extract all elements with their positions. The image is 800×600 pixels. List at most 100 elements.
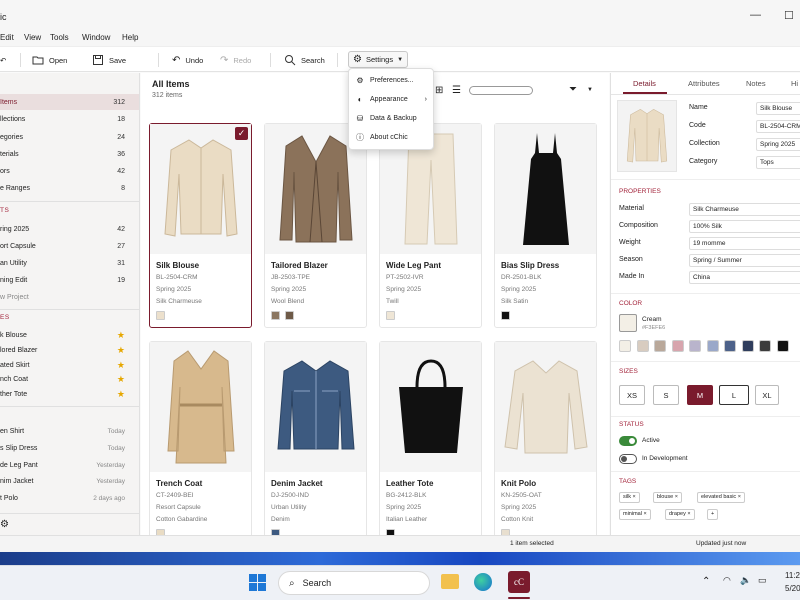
property-value[interactable]: 19 momme	[689, 237, 800, 250]
add-tag-button[interactable]: +	[707, 509, 719, 520]
palette-swatch[interactable]	[619, 340, 631, 352]
item-card[interactable]: Tailored Blazer JB-2503-TPE Spring 2025 Woo…	[264, 123, 367, 328]
size-option[interactable]: XS	[619, 385, 645, 405]
settings-button[interactable]: ⚙ Settings ▼	[348, 51, 408, 68]
grid-view-icon[interactable]: ⊞	[435, 85, 443, 96]
clock-time[interactable]: 11:2	[785, 571, 800, 580]
search-button[interactable]: Search	[284, 53, 325, 67]
menu-tools[interactable]: Tools	[50, 33, 69, 42]
maximize-icon[interactable]: ☐	[784, 9, 794, 22]
sidebar-item-colors[interactable]: ors 42	[0, 163, 139, 179]
sidebar-collection[interactable]: ort Capsule 27	[0, 238, 139, 254]
item-card[interactable]: Knit Polo KN-2505-OAT Spring 2025 Cotton Kn…	[494, 341, 597, 546]
tag-chip[interactable]: blouse ×	[653, 492, 682, 503]
property-value[interactable]: Spring / Summer	[689, 254, 800, 267]
recent-item[interactable]: s Slip Dress Today	[0, 440, 139, 456]
palette-swatch[interactable]	[671, 340, 684, 352]
palette-swatch[interactable]	[724, 340, 736, 352]
taskbar-search[interactable]: ⌕ Search	[278, 571, 430, 595]
size-option[interactable]: S	[653, 385, 679, 405]
sidebar-collection[interactable]: ning Edit 19	[0, 272, 139, 288]
chevron-up-icon[interactable]: ⌃	[702, 576, 710, 587]
menu-edit[interactable]: Edit	[0, 33, 14, 42]
undo-button[interactable]: ↶ Undo	[172, 53, 203, 67]
minimize-icon[interactable]: —	[750, 9, 761, 21]
close-icon[interactable]: ×	[643, 511, 646, 517]
sidebar-collection[interactable]: ring 2025 42	[0, 221, 139, 237]
save-button[interactable]: Save	[92, 53, 126, 67]
size-option[interactable]: M	[687, 385, 713, 405]
close-icon[interactable]: ×	[675, 494, 678, 500]
favorite-item[interactable]: k Blouse ★	[0, 327, 139, 343]
tag-chip[interactable]: elevated basic ×	[697, 492, 745, 503]
open-button[interactable]: Open	[32, 53, 67, 67]
palette-swatch[interactable]	[654, 340, 666, 352]
property-value[interactable]: Silk Charmeuse	[689, 203, 800, 216]
speaker-icon[interactable]: 🔈	[740, 575, 751, 586]
recent-item[interactable]: de Leg Pant Yesterday	[0, 457, 139, 473]
item-card[interactable]: Wide Leg Pant PT-2502-IVR Spring 2025 Twill	[379, 123, 482, 328]
tab-notes[interactable]: Notes	[746, 79, 766, 88]
star-icon[interactable]: ★	[117, 389, 125, 400]
size-option[interactable]: XL	[755, 385, 779, 405]
tag-chip[interactable]: minimal ×	[619, 509, 651, 520]
close-icon[interactable]: ×	[632, 494, 635, 500]
menu-item-preferences[interactable]: ⚙ Preferences...	[349, 71, 435, 90]
edge-browser-icon[interactable]	[474, 573, 492, 591]
windows-start-icon[interactable]	[249, 574, 266, 591]
menu-help[interactable]: Help	[122, 33, 138, 42]
recent-item[interactable]: nim Jacket Yesterday	[0, 473, 139, 489]
star-icon[interactable]: ★	[117, 360, 125, 371]
palette-swatch[interactable]	[706, 340, 719, 352]
tab-history[interactable]: Hi	[791, 79, 798, 88]
menu-item-appearance[interactable]: ◐ Appearance ›	[349, 90, 435, 109]
star-icon[interactable]: ★	[117, 345, 125, 356]
close-icon[interactable]: ×	[687, 511, 690, 517]
sidebar-collection[interactable]: an Utility 31	[0, 255, 139, 271]
tab-details[interactable]: Details	[633, 79, 656, 88]
caret-down-icon[interactable]: ▼	[587, 87, 593, 93]
menu-window[interactable]: Window	[82, 33, 110, 42]
sidebar-item-collections[interactable]: llections 18	[0, 111, 139, 127]
favorite-item[interactable]: nch Coat ★	[0, 371, 139, 387]
recent-item[interactable]: en Shirt Today	[0, 423, 139, 439]
field-value[interactable]: Spring 2025	[756, 138, 800, 151]
sidebar-item-materials[interactable]: terials 36	[0, 146, 139, 162]
size-option[interactable]: L	[719, 385, 749, 405]
in-development-toggle[interactable]	[619, 454, 637, 464]
tag-chip[interactable]: drapey ×	[665, 509, 695, 520]
item-card[interactable]: Leather Tote BG-2412-BLK Spring 2025 Italia…	[379, 341, 482, 546]
filter-icon[interactable]: ⏷	[569, 84, 577, 95]
field-value[interactable]: Silk Blouse	[756, 102, 800, 115]
sidebar-item-categories[interactable]: egories 24	[0, 129, 139, 145]
cchic-app-icon[interactable]: cC	[508, 571, 530, 593]
palette-swatch[interactable]	[759, 340, 771, 352]
active-toggle[interactable]	[619, 436, 637, 446]
battery-icon[interactable]: ▭	[758, 575, 767, 586]
tab-attributes[interactable]: Attributes	[688, 79, 720, 88]
item-card[interactable]: ✓ Silk Blouse BL-2504-CRM Spring 2025 Silk C…	[149, 123, 252, 328]
star-icon[interactable]: ★	[117, 330, 125, 341]
file-explorer-icon[interactable]	[441, 574, 459, 589]
star-icon[interactable]: ★	[117, 374, 125, 385]
redo-button[interactable]: ↷ Redo	[220, 53, 251, 67]
zoom-slider[interactable]	[469, 86, 533, 95]
recent-item[interactable]: t Polo 2 days ago	[0, 490, 139, 506]
item-card[interactable]: Trench Coat CT-2409-BEI Resort Capsule Cott…	[149, 341, 252, 546]
wifi-icon[interactable]: ◠	[723, 575, 731, 586]
menu-view[interactable]: View	[24, 33, 41, 42]
tag-chip[interactable]: silk ×	[619, 492, 640, 503]
field-value[interactable]: BL-2504-CRM	[756, 120, 800, 133]
palette-swatch[interactable]	[741, 340, 754, 352]
favorite-item[interactable]: lored Blazer ★	[0, 342, 139, 358]
clock-date[interactable]: 5/20	[785, 584, 800, 593]
redo-back-icon[interactable]: ↶	[0, 53, 6, 67]
menu-item-data-backup[interactable]: ⛁ Data & Backup	[349, 109, 435, 128]
menu-item-about[interactable]: ⓘ About cChic	[349, 128, 435, 147]
palette-swatch[interactable]	[636, 340, 649, 352]
checkmark-icon[interactable]: ✓	[235, 127, 248, 140]
property-value[interactable]: 100% Silk	[689, 220, 800, 233]
selected-color-swatch[interactable]	[619, 314, 637, 332]
sidebar-item-size-ranges[interactable]: e Ranges 8	[0, 180, 139, 196]
item-card[interactable]: Bias Slip Dress DR-2501-BLK Spring 2025 Sil…	[494, 123, 597, 328]
